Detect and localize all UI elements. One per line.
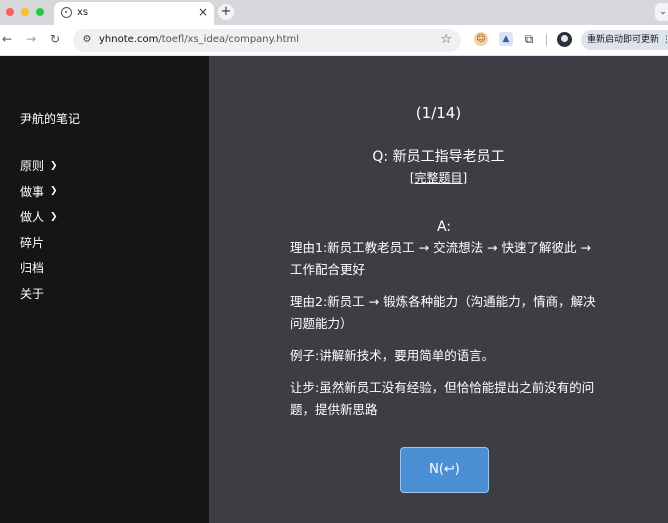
next-button[interactable]: N(↩) bbox=[400, 447, 489, 493]
answer-reason-2: 理由2:新员工 → 锻炼各种能力（沟通能力，情商，解决问题能力） bbox=[290, 294, 596, 331]
site-info-icon[interactable]: ⚙ bbox=[81, 34, 93, 46]
browser-toolbar: ← → ↻ ⚙ yhnote.com/toefl/xs_idea/company… bbox=[0, 25, 668, 56]
chevron-right-icon: ❯ bbox=[50, 160, 58, 171]
tab-strip: xs × + ⌄ bbox=[0, 0, 668, 25]
sidebar-item-fragments[interactable]: 碎片 bbox=[20, 230, 58, 256]
sidebar-item-label: 做人 bbox=[20, 210, 45, 225]
url-text[interactable]: yhnote.com/toefl/xs_idea/company.html bbox=[99, 34, 299, 45]
globe-icon bbox=[61, 7, 72, 18]
chevron-right-icon: ❯ bbox=[50, 211, 58, 222]
sidebar-item-label: 关于 bbox=[20, 286, 45, 301]
main-content: (1/14) Q: 新员工指导老员工 [完整题目] A: 理由1:新员工教老员工… bbox=[209, 56, 668, 523]
minimize-window-button[interactable] bbox=[21, 8, 29, 16]
maximize-window-button[interactable] bbox=[36, 8, 44, 16]
extension-photo-icon[interactable]: ▲ bbox=[499, 32, 513, 46]
question-title: Q: 新员工指导老员工 bbox=[372, 149, 505, 165]
sidebar-item-archive[interactable]: 归档 bbox=[20, 255, 58, 281]
address-bar[interactable]: ⚙ yhnote.com/toefl/xs_idea/company.html … bbox=[73, 29, 461, 52]
tab-title: xs bbox=[77, 7, 89, 18]
star-icon[interactable]: ☆ bbox=[440, 32, 452, 47]
url-host: yhnote.com bbox=[99, 34, 159, 45]
tab-search-button[interactable]: ⌄ bbox=[655, 3, 668, 21]
chevron-right-icon: ❯ bbox=[50, 186, 58, 197]
sidebar-item-work[interactable]: 做事 ❯ bbox=[20, 179, 58, 205]
answer-reason-1: 理由1:新员工教老员工 → 交流想法 → 快速了解彼此 → 工作配合更好 bbox=[290, 240, 591, 277]
sidebar-item-people[interactable]: 做人 ❯ bbox=[20, 204, 58, 230]
new-tab-button[interactable]: + bbox=[218, 4, 234, 20]
forward-icon[interactable]: → bbox=[26, 32, 36, 46]
sidebar-item-principles[interactable]: 原则 ❯ bbox=[20, 153, 58, 179]
question-counter: (1/14) bbox=[415, 104, 462, 122]
toolbar-divider bbox=[546, 34, 547, 46]
back-icon[interactable]: ← bbox=[2, 32, 12, 46]
url-path: /toefl/xs_idea/company.html bbox=[158, 34, 300, 45]
sidebar-item-label: 碎片 bbox=[20, 235, 45, 250]
sidebar-nav: 原则 ❯ 做事 ❯ 做人 ❯ 碎片 归档 关于 bbox=[20, 153, 58, 306]
extension-face-icon[interactable]: ☺ bbox=[474, 32, 488, 46]
answer-body: 理由1:新员工教老员工 → 交流想法 → 快速了解彼此 → 工作配合更好 理由2… bbox=[290, 237, 600, 431]
answer-label: A: bbox=[436, 219, 452, 235]
answer-example: 例子:讲解新技术，要用简单的语言。 bbox=[290, 348, 495, 363]
sidebar-item-label: 归档 bbox=[20, 261, 45, 276]
extension-icon[interactable]: ⧉ bbox=[522, 32, 536, 46]
reload-icon[interactable]: ↻ bbox=[50, 32, 60, 46]
close-icon[interactable]: × bbox=[198, 5, 208, 19]
close-window-button[interactable] bbox=[6, 8, 14, 16]
update-button[interactable]: 重新启动即可更新 ⋮ bbox=[581, 30, 668, 50]
site-brand[interactable]: 尹航的笔记 bbox=[20, 110, 80, 127]
answer-concession: 让步:虽然新员工没有经验，但恰恰能提出之前没有的问题，提供新思路 bbox=[290, 380, 595, 417]
sidebar-item-label: 原则 bbox=[20, 159, 45, 174]
sidebar: 尹航的笔记 原则 ❯ 做事 ❯ 做人 ❯ 碎片 归档 关于 bbox=[0, 56, 209, 523]
profile-icon[interactable] bbox=[557, 32, 572, 47]
sidebar-item-about[interactable]: 关于 bbox=[20, 281, 58, 307]
sidebar-item-label: 做事 bbox=[20, 184, 45, 199]
browser-tab[interactable]: xs × bbox=[54, 2, 214, 25]
full-question-link[interactable]: [完整题目] bbox=[410, 171, 467, 185]
full-question-link-wrap: [完整题目] bbox=[209, 169, 668, 186]
